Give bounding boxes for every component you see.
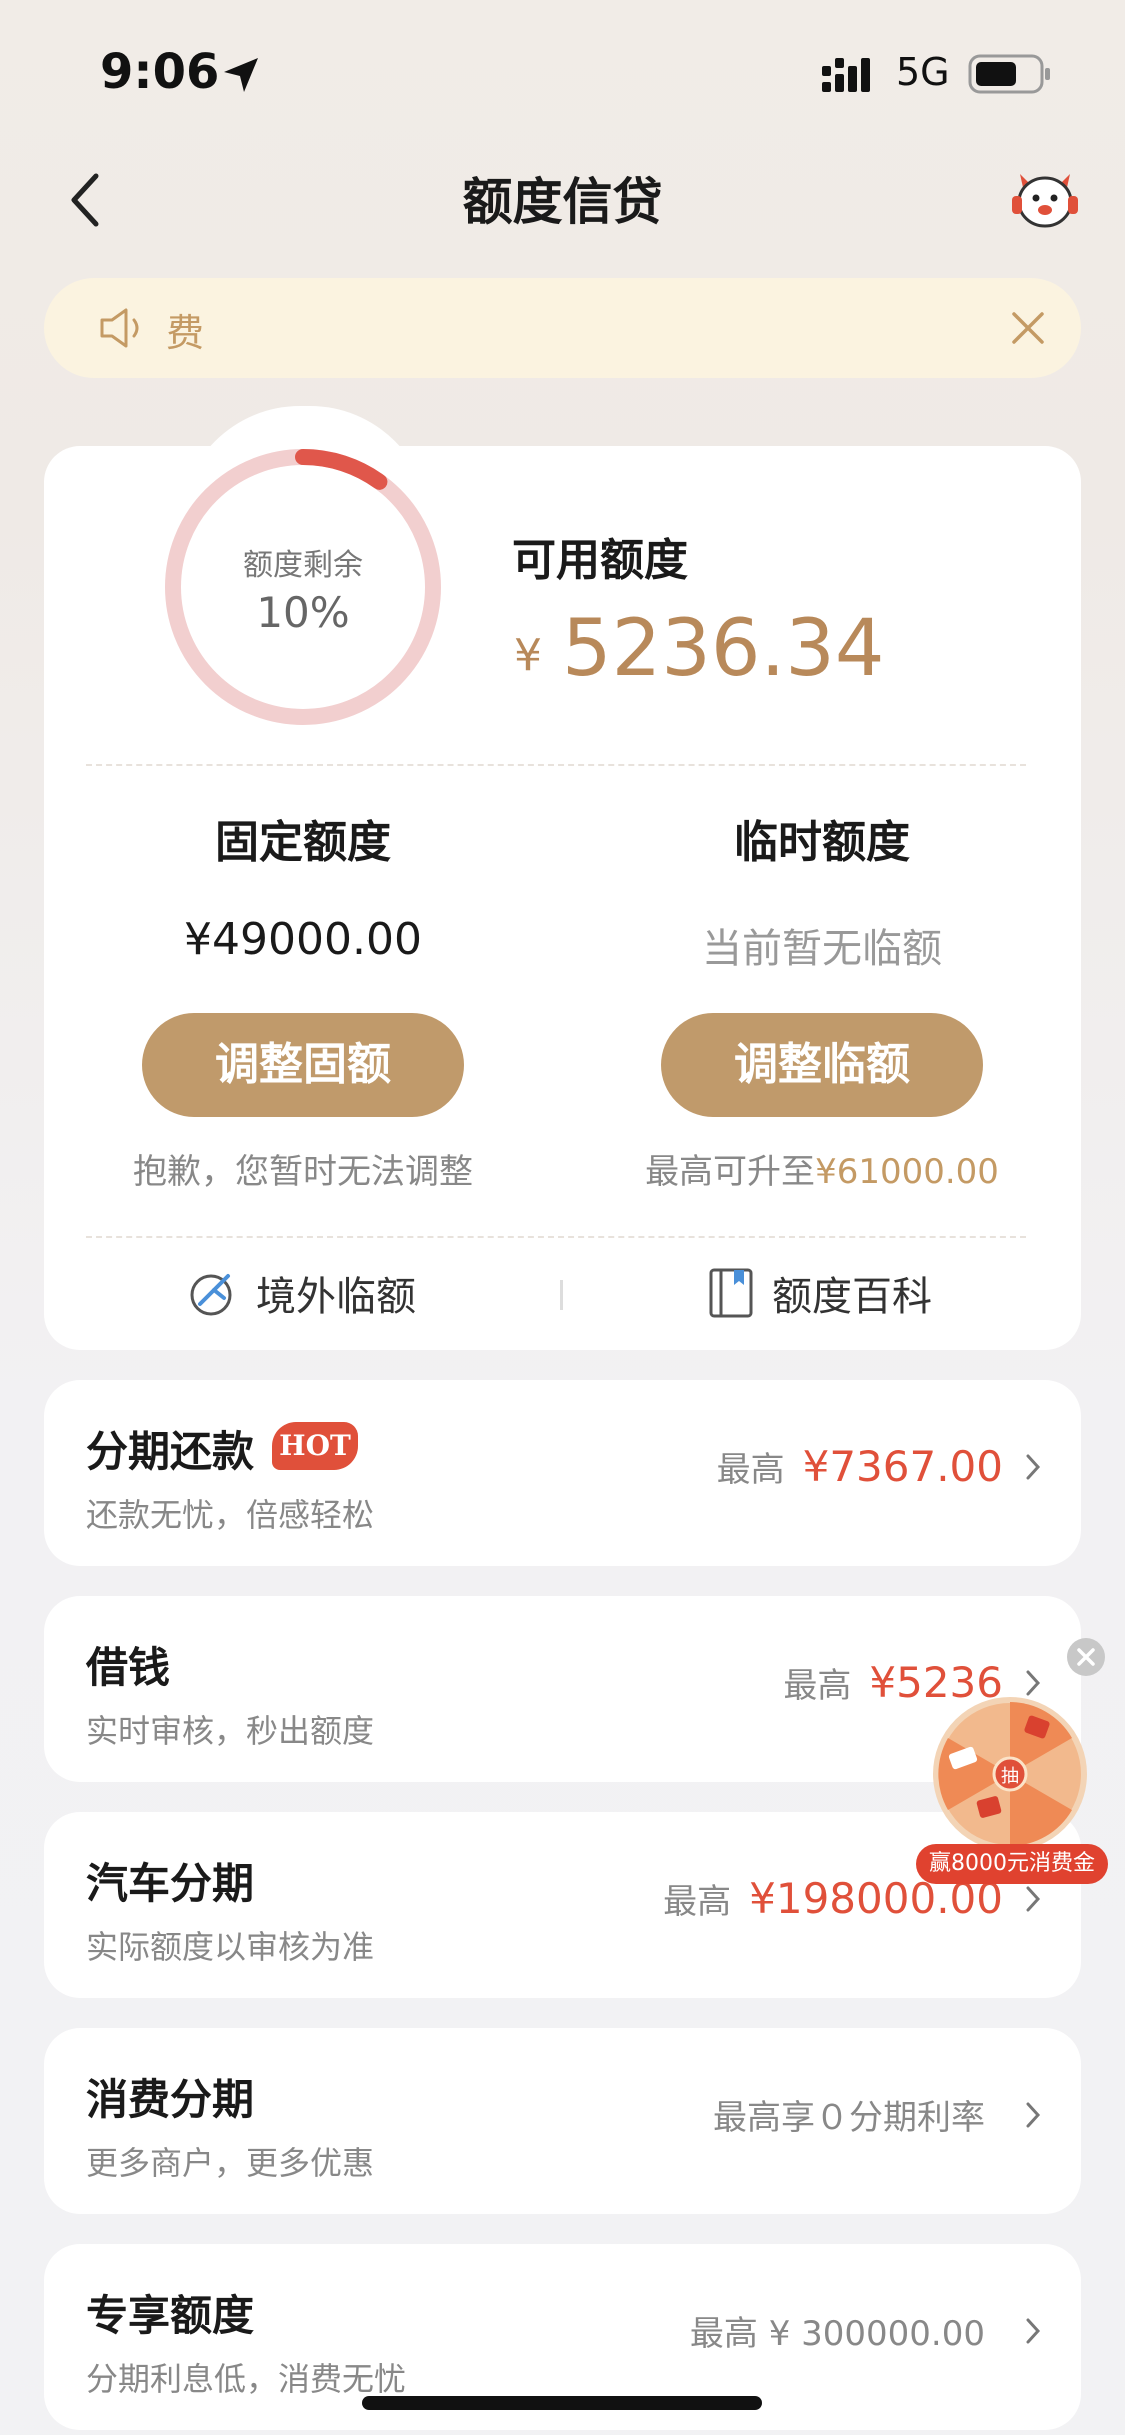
temp-credit-note-amount: ¥61000.00 [815,1152,999,1192]
page-title: 额度信贷 [462,173,663,231]
temp-credit-note: 最高可升至¥61000.00 [572,1144,1072,1193]
customer-service-mascot-icon[interactable] [1010,166,1080,230]
close-icon[interactable] [1008,308,1048,348]
row-title: 消费分期 [86,2075,255,2124]
available-credit-label: 可用额度 [512,535,688,586]
row-max-label: 最高 [716,1450,785,1490]
home-indicator [362,2396,762,2410]
chevron-right-icon [1026,2102,1041,2127]
row-max-label: 最高 ¥ 300000.00 [689,2314,985,2354]
adjust-fixed-button[interactable]: 调整固额 [142,1013,464,1117]
credit-wiki-label: 额度百科 [772,1274,932,1320]
hot-badge: HOT [272,1422,358,1470]
lucky-wheel-label[interactable]: 赢8000元消费金 [916,1844,1108,1884]
row-subtitle: 更多商户，更多优惠 [86,2144,375,2182]
list-item-car-installment[interactable]: 汽车分期 实际额度以审核为准 最高 ¥198000.00 [44,1812,1081,1998]
battery-icon [968,54,1050,94]
row-max-value: ¥7367.00 [802,1442,1003,1491]
row-max-label: 最高 [663,1882,732,1922]
floating-close-button[interactable] [1067,1638,1105,1676]
adjust-temp-button[interactable]: 调整临额 [661,1013,983,1117]
row-title: 借钱 [86,1643,171,1692]
credit-wiki-link[interactable]: 额度百科 [708,1264,932,1322]
row-right: 最高 ¥7367.00 [717,1442,1041,1491]
list-item-consumer-installment[interactable]: 消费分期 更多商户，更多优惠 最高享０分期利率 [44,2028,1081,2214]
fixed-credit-title: 固定额度 [215,817,391,868]
network-label: 5G [896,50,950,94]
overseas-temp-credit-label: 境外临额 [256,1274,416,1320]
row-title: 专享额度 [86,2291,255,2340]
row-title: 分期还款 [86,1427,255,1476]
row-subtitle: 实时审核，秒出额度 [86,1712,375,1750]
chevron-right-icon [1026,1454,1041,1479]
available-credit-amount: 5236.34 [562,604,885,694]
remaining-ring-chart [165,449,441,725]
list-item-installment-repayment[interactable]: 分期还款 HOT 还款无忧，倍感轻松 最高 ¥7367.00 [44,1380,1081,1566]
notice-bar[interactable]: 费 [44,278,1081,378]
overseas-temp-credit-link[interactable]: 境外临额 [188,1264,416,1322]
divider [86,764,1026,766]
location-arrow-icon [224,58,258,92]
row-max-label: 最高 [783,1666,852,1706]
fixed-credit-value: ¥49000.00 [184,914,422,965]
lucky-wheel-icon[interactable]: 抽 [930,1694,1090,1854]
ring-percent: 10% [256,588,350,637]
status-time: 9:06 [100,44,220,100]
row-title: 汽车分期 [86,1859,255,1908]
temp-credit-value: 当前暂无临额 [702,926,942,972]
status-bar: 9:06 5G [0,0,1125,150]
row-right: 最高享０分期利率 [713,2090,1041,2139]
row-max-label: 最高享０分期利率 [713,2098,985,2138]
notice-text: 费 [166,311,205,355]
signal-icon [822,58,870,92]
chevron-right-icon [1026,2318,1041,2343]
link-divider [560,1280,563,1310]
currency-symbol: ¥ [514,630,542,681]
wheel-center-label: 抽 [1001,1766,1019,1787]
chevron-right-icon [1026,1886,1041,1911]
row-right: 最高 ¥ 300000.00 [690,2306,1041,2355]
book-icon [709,1268,753,1318]
row-subtitle: 实际额度以审核为准 [86,1928,375,1966]
close-icon [1077,1648,1095,1666]
plane-globe-icon [190,1274,232,1316]
chevron-right-icon [1026,1670,1041,1695]
divider [86,1236,1026,1238]
list-item-borrow[interactable]: 借钱 实时审核，秒出额度 最高 ¥5236 [44,1596,1081,1782]
speaker-icon [100,308,139,348]
fixed-credit-note: 抱歉，您暂时无法调整 [133,1152,473,1192]
temp-credit-note-prefix: 最高可升至 [645,1152,816,1192]
temp-credit-title: 临时额度 [734,817,910,868]
ring-label: 额度剩余 [243,548,363,583]
row-subtitle: 还款无忧，倍感轻松 [86,1496,375,1534]
row-subtitle: 分期利息低，消费无忧 [86,2360,407,2398]
